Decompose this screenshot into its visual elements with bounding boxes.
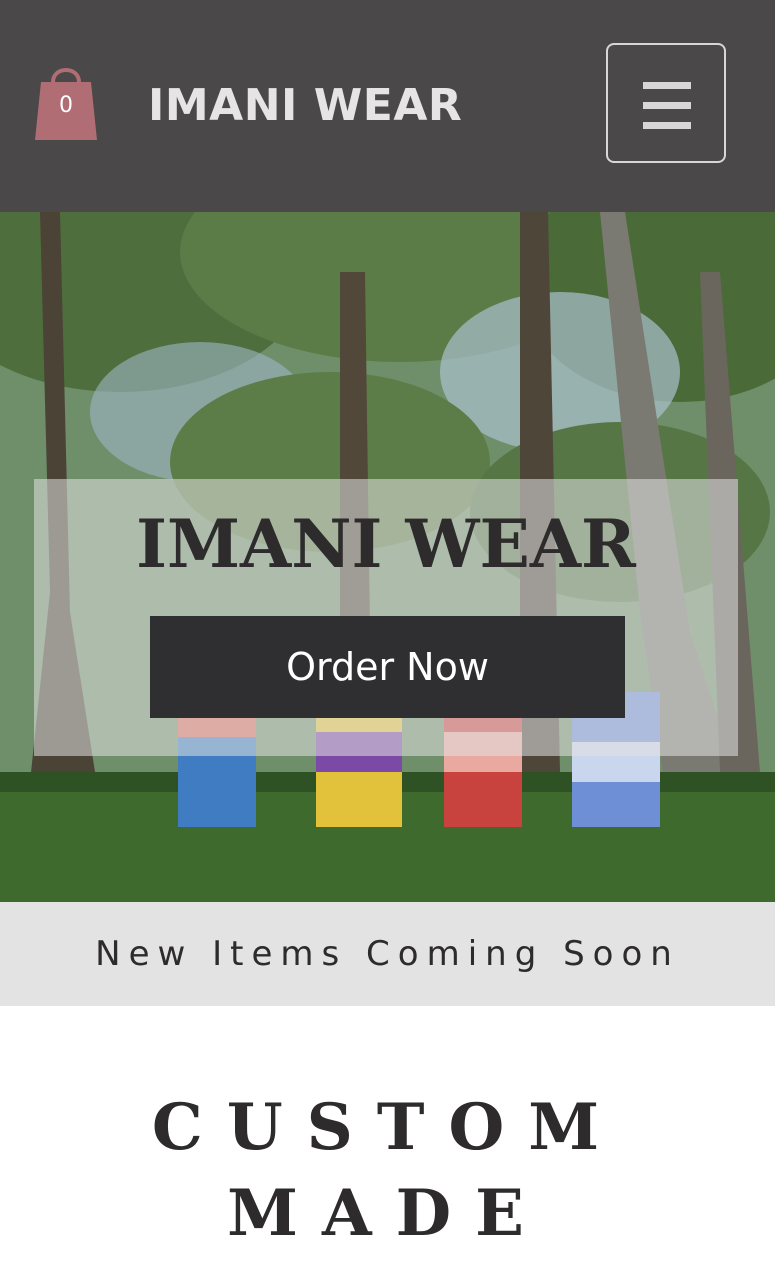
shopping-bag-button[interactable]: 0 bbox=[33, 58, 99, 140]
announcement-banner: New Items Coming Soon bbox=[0, 902, 775, 1006]
site-logo-text[interactable]: IMANI WEAR bbox=[148, 76, 462, 136]
cart-count-badge: 0 bbox=[59, 93, 73, 118]
order-now-button[interactable]: Order Now bbox=[150, 616, 625, 718]
hero-overlay-panel: IMANI WEAR Order Now bbox=[34, 479, 738, 756]
hero-title: IMANI WEAR bbox=[136, 505, 636, 583]
section-heading: CUSTOM MADE bbox=[151, 1090, 624, 1251]
hero-section: IMANI WEAR Order Now bbox=[0, 212, 775, 902]
hamburger-menu-button[interactable] bbox=[606, 43, 726, 163]
announcement-text: New Items Coming Soon bbox=[95, 934, 680, 974]
site-header: 0 IMANI WEAR bbox=[0, 0, 775, 212]
